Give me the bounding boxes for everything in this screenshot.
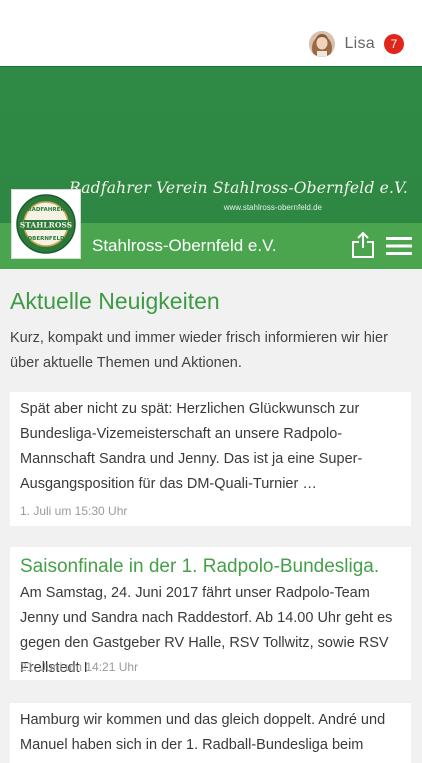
news-text: Hamburg wir kommen und das gleich doppel…: [20, 712, 386, 753]
news-card[interactable]: Saisonfinale in der 1. Radpolo-Bundeslig…: [10, 547, 411, 680]
top-bar: Lisa 7: [0, 0, 422, 66]
avatar[interactable]: [309, 31, 336, 57]
page-title: Aktuelle Neuigkeiten: [10, 288, 220, 314]
banner-website: www.stahlross-obernfeld.de: [223, 203, 322, 212]
banner-club-name: Radfahrer Verein Stahlross-Obernfeld e.V…: [69, 179, 408, 197]
club-logo-icon: RADFAHRER STAHLROSS OBERNFELD: [16, 194, 76, 254]
news-card[interactable]: Hamburg wir kommen und das gleich doppel…: [10, 703, 411, 763]
svg-text:OBERNFELD: OBERNFELD: [27, 236, 64, 242]
share-icon[interactable]: [350, 231, 376, 259]
intro-text: Kurz, kompakt und immer wieder frisch in…: [10, 330, 388, 371]
hamburger-menu-icon[interactable]: [386, 236, 412, 256]
club-logo[interactable]: RADFAHRER STAHLROSS OBERNFELD: [11, 189, 81, 259]
user-name[interactable]: Lisa: [344, 35, 375, 53]
svg-text:STAHLROSS: STAHLROSS: [20, 221, 72, 230]
user-menu[interactable]: Lisa 7: [309, 30, 404, 58]
news-card[interactable]: Spät aber nicht zu spät: Herzlichen Glüc…: [10, 392, 411, 526]
svg-text:RADFAHRER: RADFAHRER: [27, 207, 65, 213]
main-content: Aktuelle Neuigkeiten Kurz, kompakt und i…: [0, 269, 422, 763]
notification-badge[interactable]: 7: [384, 34, 404, 54]
news-headline[interactable]: Saisonfinale in der 1. Radpolo-Bundeslig…: [20, 556, 379, 578]
news-date: 1. Juli um 15:30 Uhr: [20, 504, 128, 518]
site-title[interactable]: Stahlross-Obernfeld e.V.: [92, 236, 277, 256]
news-date: 21. Juni um 14:21 Uhr: [20, 660, 139, 674]
news-text: Spät aber nicht zu spät: Herzlichen Glüc…: [20, 401, 363, 492]
